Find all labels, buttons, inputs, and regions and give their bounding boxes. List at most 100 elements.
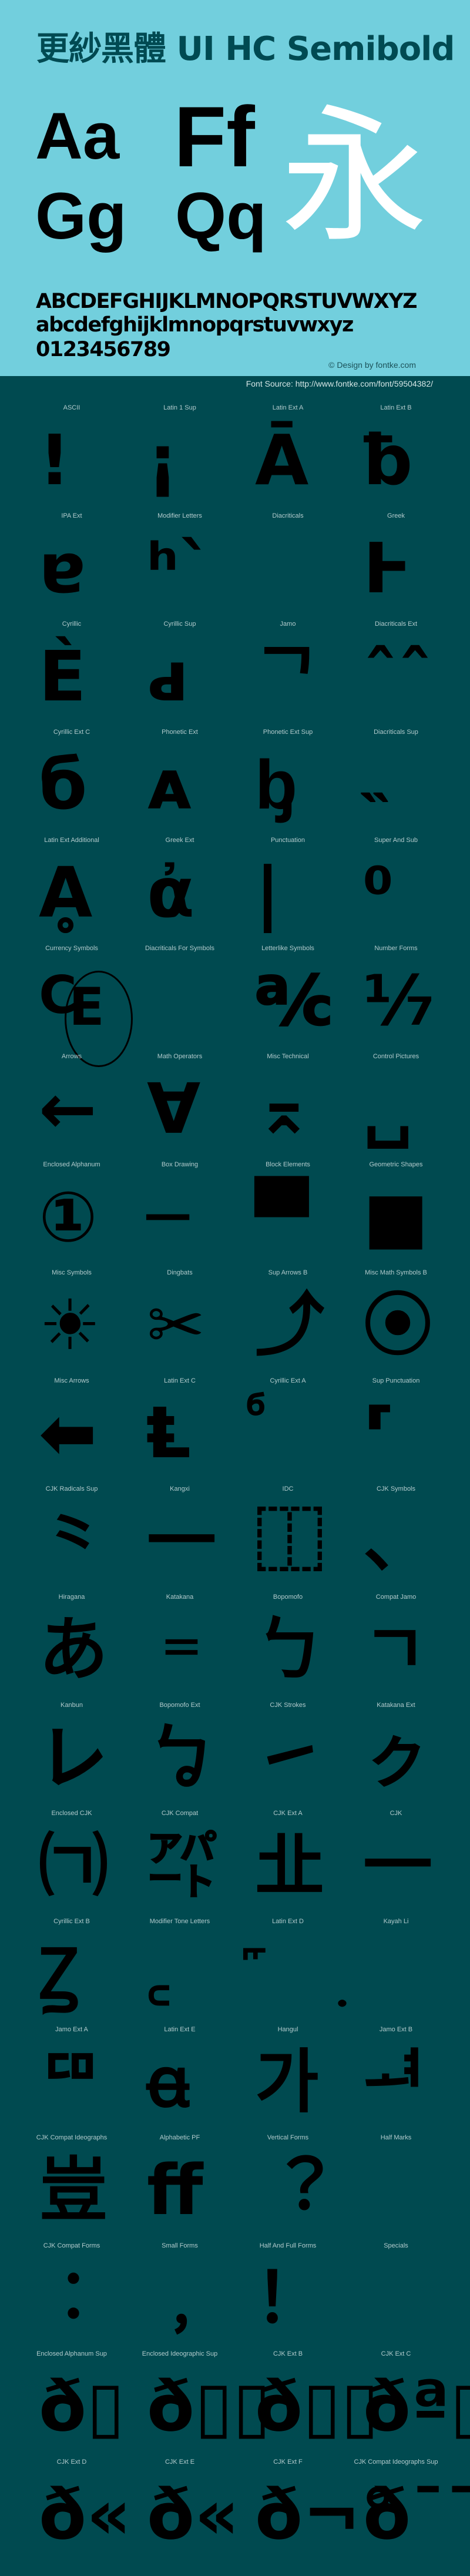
block-glyph: ἀ	[147, 852, 195, 933]
block-label: CJK Ext A	[273, 1810, 303, 1817]
block-cell: Phonetic Ext Sup ᶀ	[234, 724, 342, 832]
block-cell: Math Operators ∀	[126, 1048, 234, 1156]
block-glyph: ←	[39, 1068, 97, 1149]
block-cell: Modifier Tone Letters ꜀	[126, 1913, 234, 2021]
sample-cjk: 永	[281, 95, 428, 259]
block-glyph: ✂	[147, 1284, 205, 1366]
block-cell: Latin Ext A Ā	[234, 400, 342, 508]
block-glyph: ⌅	[255, 1068, 313, 1149]
block-label: Super And Sub	[374, 837, 418, 844]
block-label: Dingbats	[167, 1269, 193, 1276]
block-glyph: б	[39, 744, 88, 825]
block-cell: Latin Ext E ꬰ	[126, 2021, 234, 2129]
block-glyph: ﹐	[147, 2258, 217, 2339]
block-cell: Block Elements ▀	[234, 1156, 342, 1264]
block-glyph: ⺀	[39, 1501, 109, 1582]
block-cell: Latin Ext C Ⱡ	[126, 1373, 234, 1481]
block-cell: Katakana Ext ㇰ	[342, 1697, 450, 1805]
block-cell: CJK Ext Fð¬°	[234, 2454, 395, 2562]
block-cell: Phonetic Ext ᴀ	[126, 724, 234, 832]
block-glyph: あ	[39, 1609, 109, 1690]
block-cell: Diacriticals For Symbols	[126, 940, 234, 1048]
block-label: Hiragana	[58, 1594, 85, 1601]
block-glyph: ①	[39, 1176, 98, 1257]
block-label: Geometric Shapes	[369, 1161, 423, 1168]
block-label: IPA Ext	[61, 512, 82, 519]
block-glyph: ⦿	[363, 1284, 433, 1366]
design-credit: © Design by fontke.com	[328, 360, 416, 370]
block-label: Letterlike Symbols	[261, 945, 314, 952]
block-label: Compat Jamo	[375, 1594, 417, 1601]
block-glyph: ─	[147, 1176, 189, 1257]
block-label: Cyrillic Sup	[163, 620, 196, 628]
block-cell: Latin Ext Additional Ḁ	[18, 832, 126, 940]
block-cell: Specials￼	[342, 2238, 450, 2346]
sample-gg: Gg	[35, 179, 127, 253]
block-label: IDC	[282, 1485, 294, 1492]
block-glyph: ⤴	[255, 1284, 325, 1366]
block-cell: Geometric Shapes ■	[342, 1156, 450, 1264]
block-cell: Control Pictures ␣	[342, 1048, 450, 1156]
block-label: Half Marks	[380, 2134, 412, 2141]
block-cell: Misc Symbols ☀	[18, 1264, 126, 1373]
block-label: Phonetic Ext Sup	[263, 729, 313, 736]
block-glyph: ƀ	[363, 420, 413, 501]
block-glyph: 豈	[39, 2149, 109, 2230]
block-cell: Bopomofo Ext ㆠ	[126, 1697, 234, 1805]
block-label: Number Forms	[374, 945, 418, 952]
block-glyph: ㆠ	[147, 1717, 217, 1798]
block-label: Currency Symbols	[45, 945, 98, 952]
block-cell: Katakana ゠	[126, 1589, 234, 1697]
block-cell: Number Forms ⅐	[342, 940, 450, 1048]
block-cell: CJK Radicals Sup ⺀	[18, 1481, 126, 1589]
block-glyph: ˵	[363, 744, 387, 825]
block-label: CJK Compat Ideographs Sup	[354, 2458, 438, 2466]
block-glyph: ⸢	[363, 1393, 395, 1474]
block-glyph: ㄅ	[255, 1609, 325, 1690]
block-cell: CJK Ext D ð«	[18, 2454, 131, 2562]
block-glyph: ˆˆ	[363, 636, 432, 717]
block-cell: CJK Strokes ㇀	[234, 1697, 342, 1805]
block-cell: CJK Ext Bð▯▯	[234, 2346, 379, 2454]
sample-aa: Aa	[35, 99, 120, 173]
block-glyph: Ͱ	[363, 528, 412, 609]
block-cell: Box Drawing ─	[126, 1156, 234, 1264]
block-glyph: ꬰ	[147, 2041, 190, 2122]
block-cell: Enclosed Ideographic Sup ð▯▯	[126, 2346, 271, 2454]
block-cell: Sup Arrows B ⤴	[234, 1264, 342, 1373]
block-cell: Cyrillic Ѐ	[18, 616, 126, 724]
block-cell: IDC ⿰	[234, 1481, 342, 1589]
block-cell: Cyrillic Sup ԁ	[126, 616, 234, 724]
block-glyph: ⁰	[363, 852, 394, 933]
block-label: CJK Strokes	[270, 1702, 306, 1709]
font-source-link[interactable]: Font Source: http://www.fontke.com/font/…	[246, 380, 433, 388]
block-label: Bopomofo	[273, 1594, 303, 1601]
block-label: CJK Radicals Sup	[45, 1485, 98, 1492]
block-cell: Jamo ᄀ	[234, 616, 342, 724]
block-label: Sup Arrows B	[268, 1269, 308, 1276]
block-label: Block Elements	[266, 1161, 310, 1168]
block-label: Alphabetic PF	[159, 2134, 200, 2141]
block-cell: Diacriticals	[234, 508, 342, 616]
block-glyph: ☀	[39, 1284, 101, 1366]
block-cell: ASCII!	[18, 400, 126, 508]
block-label: Small Forms	[162, 2242, 198, 2249]
block-cell: Kangxi ⼀	[126, 1481, 234, 1589]
block-cell: Cyrillic Ext B Ꙁ	[18, 1913, 126, 2021]
block-cell: Misc Arrows ⬅	[18, 1373, 126, 1481]
block-cell: Kanbun ㆑	[18, 1697, 126, 1805]
block-label: Modifier Letters	[157, 512, 202, 519]
block-glyph: ¡	[147, 420, 179, 501]
block-cell: Letterlike Symbols ℀	[234, 940, 342, 1048]
specimen-header: 更紗黑體 UI HC Semibold Aa Gg Ff Qq 永 ABCDEF…	[0, 0, 470, 376]
digits-sample: 0123456789	[36, 338, 171, 361]
block-label: Greek	[387, 512, 405, 519]
block-cell: CJK Ext A 㐀	[234, 1805, 342, 1913]
block-glyph: ■	[363, 1176, 429, 1257]
block-glyph: 一	[363, 1825, 433, 1906]
block-cell: CJK 一	[342, 1805, 450, 1913]
block-glyph: ᶀ	[255, 744, 298, 825]
block-label: Specials	[384, 2242, 408, 2249]
block-glyph: ︰	[39, 2258, 109, 2339]
block-label: CJK Compat Ideographs	[36, 2134, 108, 2141]
